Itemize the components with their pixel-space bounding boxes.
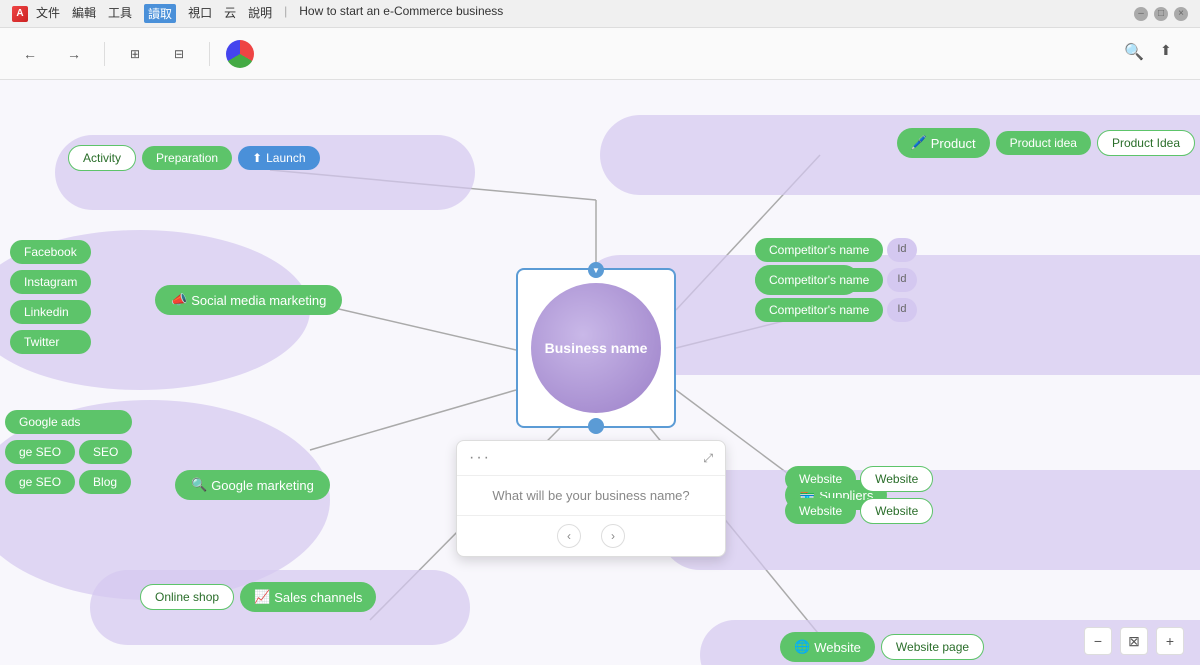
- website-nodes: 🌐 Website Website page: [780, 632, 984, 662]
- blog-node[interactable]: Blog: [79, 470, 131, 494]
- facebook-node[interactable]: Facebook: [10, 240, 91, 264]
- competitor-1-extra: Id: [887, 238, 916, 262]
- product-idea-2-node[interactable]: Product Idea: [1097, 130, 1195, 156]
- sales-channels-node[interactable]: 📈 Sales channels: [240, 582, 376, 612]
- menu-read[interactable]: 讀取: [144, 4, 176, 23]
- product-idea-1-node[interactable]: Product idea: [996, 131, 1091, 155]
- app-icon: [226, 40, 254, 68]
- linkedin-node[interactable]: Linkedin: [10, 300, 91, 324]
- bottom-controls: − ⊠ +: [1084, 627, 1184, 655]
- ge-seo-2-node[interactable]: ge SEO: [5, 470, 75, 494]
- tooltip-menu[interactable]: ···: [469, 449, 491, 467]
- website-2-node[interactable]: Website: [785, 498, 856, 524]
- preparation-node[interactable]: Preparation: [142, 146, 232, 170]
- twitter-node[interactable]: Twitter: [10, 330, 91, 354]
- top-nodes: Activity Preparation ⬆ Launch: [68, 145, 320, 171]
- competitor-3-extra: Id: [887, 298, 916, 322]
- center-box: ▼ Business name: [516, 268, 676, 428]
- mind-map-canvas: Activity Preparation ⬆ Launch Facebook I…: [0, 80, 1200, 665]
- suppliers-nodes: 🏪 Suppliers Website Website Website Webs…: [785, 480, 887, 510]
- close-button[interactable]: ×: [1174, 7, 1188, 21]
- suppliers-sub-nodes: Website Website Website Website: [785, 466, 933, 524]
- social-main[interactable]: 📣 Social media marketing: [155, 285, 342, 315]
- center-handle-top[interactable]: ▼: [588, 262, 604, 278]
- research-nodes: 🔎 Research Competitor's name Id Competit…: [755, 265, 859, 295]
- divider-2: [209, 42, 210, 66]
- ge-seo-1-node[interactable]: ge SEO: [5, 440, 75, 464]
- tooltip-footer: ‹ ›: [457, 515, 725, 556]
- activity-node[interactable]: Activity: [68, 145, 136, 171]
- divider-1: [104, 42, 105, 66]
- menu-file[interactable]: 文件: [36, 4, 60, 23]
- share-button[interactable]: ⬆: [1160, 42, 1184, 66]
- zoom-out-button[interactable]: −: [1084, 627, 1112, 655]
- tooltip-header: ··· ⤢: [457, 441, 725, 476]
- app-logo: A: [12, 6, 28, 22]
- ungroup-button[interactable]: ⊟: [165, 40, 193, 68]
- seo-node[interactable]: SEO: [79, 440, 132, 464]
- titlebar-menu[interactable]: 文件 編輯 工具 讀取 視口 云 說明 | How to start an e-…: [36, 4, 503, 23]
- tooltip-expand[interactable]: ⤢: [703, 451, 713, 466]
- menu-edit[interactable]: 編輯: [72, 4, 96, 23]
- center-handle-bottom[interactable]: [588, 418, 604, 434]
- maximize-button[interactable]: □: [1154, 7, 1168, 21]
- online-shop-node[interactable]: Online shop: [140, 584, 234, 610]
- search-button[interactable]: 🔍: [1124, 42, 1148, 66]
- titlebar-controls[interactable]: – □ ×: [1134, 7, 1188, 21]
- google-items: Google ads ge SEO SEO ge SEO Blog: [5, 410, 132, 494]
- website-main-node[interactable]: 🌐 Website: [780, 632, 875, 662]
- titlebar: A 文件 編輯 工具 讀取 視口 云 說明 | How to start an …: [0, 0, 1200, 28]
- menu-cloud[interactable]: 云: [224, 4, 236, 23]
- center-label: Business name: [545, 340, 648, 356]
- zoom-in-button[interactable]: +: [1156, 627, 1184, 655]
- research-sub-nodes: Competitor's name Id Competitor's name I…: [755, 238, 917, 322]
- website-2-extra[interactable]: Website: [860, 498, 933, 524]
- instagram-node[interactable]: Instagram: [10, 270, 91, 294]
- competitor-2-node[interactable]: Competitor's name: [755, 268, 883, 292]
- center-node[interactable]: ▼ Business name: [516, 268, 676, 428]
- google-main[interactable]: 🔍 Google marketing: [175, 470, 330, 500]
- competitor-2-extra: Id: [887, 268, 916, 292]
- menu-tools[interactable]: 工具: [108, 4, 132, 23]
- product-nodes: 🖊️ Product Product idea Product Idea: [897, 128, 1195, 158]
- window-title: How to start an e-Commerce business: [299, 4, 503, 23]
- launch-node[interactable]: ⬆ Launch: [238, 146, 319, 170]
- social-items: Facebook Instagram Linkedin Twitter: [10, 240, 91, 354]
- competitor-3-node[interactable]: Competitor's name: [755, 298, 883, 322]
- tooltip-text: What will be your business name?: [492, 488, 689, 503]
- website-page-node[interactable]: Website page: [881, 634, 984, 660]
- fit-button[interactable]: ⊠: [1120, 627, 1148, 655]
- titlebar-left: A 文件 編輯 工具 讀取 視口 云 說明 | How to start an …: [12, 4, 503, 23]
- menu-help[interactable]: 說明: [248, 4, 272, 23]
- website-1-extra[interactable]: Website: [860, 466, 933, 492]
- google-ads-node[interactable]: Google ads: [5, 410, 132, 434]
- minimize-button[interactable]: –: [1134, 7, 1148, 21]
- group-button[interactable]: ⊞: [121, 40, 149, 68]
- tooltip-next[interactable]: ›: [601, 524, 625, 548]
- website-1-node[interactable]: Website: [785, 466, 856, 492]
- center-circle: Business name: [531, 283, 661, 413]
- back-button[interactable]: ←: [16, 40, 44, 68]
- tooltip-popup: ··· ⤢ What will be your business name? ‹…: [456, 440, 726, 557]
- tooltip-body: What will be your business name?: [457, 476, 725, 515]
- menu-view[interactable]: 視口: [188, 4, 212, 23]
- product-main-node[interactable]: 🖊️ Product: [897, 128, 990, 158]
- competitor-1-node[interactable]: Competitor's name: [755, 238, 883, 262]
- tooltip-prev[interactable]: ‹: [557, 524, 581, 548]
- sales-nodes: Online shop 📈 Sales channels: [140, 582, 376, 612]
- toolbar: ← → ⊞ ⊟ 🔍 ⬆: [0, 28, 1200, 80]
- forward-button[interactable]: →: [60, 40, 88, 68]
